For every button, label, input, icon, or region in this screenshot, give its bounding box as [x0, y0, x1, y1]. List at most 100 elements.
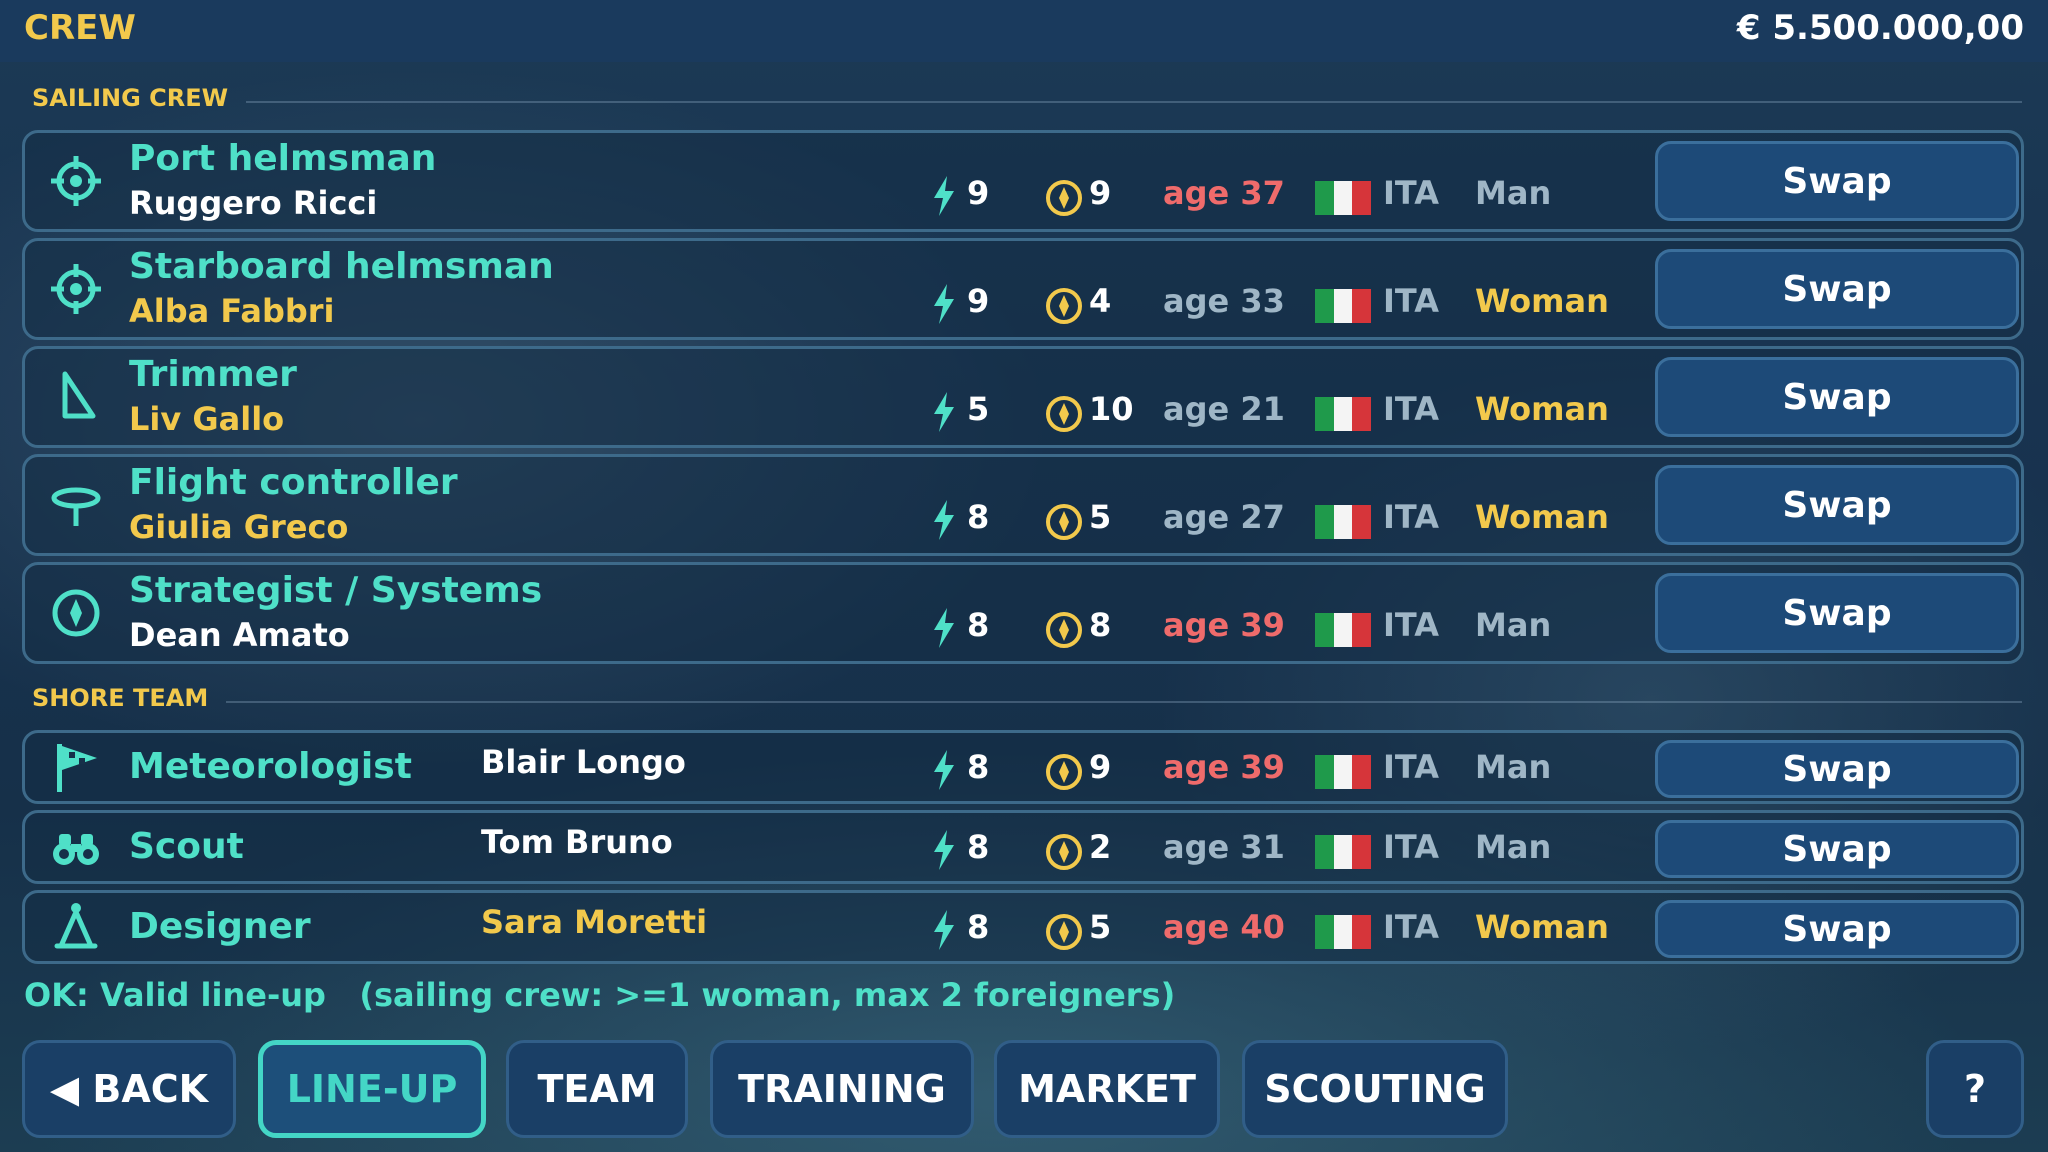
italy-flag-icon: [1315, 505, 1372, 540]
country-code: ITA: [1383, 828, 1440, 866]
country-code: ITA: [1383, 908, 1440, 946]
player-name: Dean Amato: [129, 616, 350, 654]
speed-value: 9: [967, 282, 990, 321]
crosshair-icon: [49, 262, 103, 316]
speed-value: 8: [967, 606, 990, 645]
drafting-compass-icon: [49, 900, 103, 954]
crew-row: Port helmsman Ruggero Ricci 9 9 age 37 ITA Man…: [22, 130, 2024, 232]
skill-value: 2: [1089, 828, 1112, 866]
back-button[interactable]: ◀ BACK: [22, 1040, 236, 1138]
speed-icon: [931, 176, 957, 217]
tab-scouting[interactable]: SCOUTING: [1242, 1040, 1508, 1138]
skill-value: 4: [1089, 282, 1112, 321]
role-label: Port helmsman: [129, 138, 437, 179]
country-code: ITA: [1383, 174, 1440, 213]
section-label-sailing: SAILING CREW: [32, 84, 229, 112]
help-button[interactable]: ?: [1926, 1040, 2024, 1138]
speed-value: 5: [967, 390, 990, 429]
swap-button[interactable]: Swap: [1655, 357, 2019, 437]
skill-value: 5: [1089, 908, 1112, 946]
swap-button[interactable]: Swap: [1655, 465, 2019, 545]
swap-button[interactable]: Swap: [1655, 141, 2019, 221]
country-code: ITA: [1383, 748, 1440, 786]
role-label: Flight controller: [129, 462, 458, 503]
speed-icon: [931, 830, 957, 870]
tab-team[interactable]: TEAM: [506, 1040, 688, 1138]
section-divider: [226, 701, 2022, 703]
italy-flag-icon: [1315, 915, 1372, 949]
gender-label: Woman: [1475, 390, 1609, 429]
age-label: age 39: [1163, 606, 1285, 645]
role-label: Meteorologist: [129, 746, 412, 787]
player-name: Liv Gallo: [129, 400, 285, 438]
player-name: Ruggero Ricci: [129, 184, 378, 222]
speed-icon: [931, 500, 957, 541]
skill-value: 9: [1089, 174, 1112, 213]
role-label: Strategist / Systems: [129, 570, 543, 611]
age-label: age 21: [1163, 390, 1285, 429]
age-label: age 39: [1163, 748, 1285, 786]
gender-label: Man: [1475, 828, 1552, 866]
skill-value: 10: [1089, 390, 1134, 429]
crosshair-icon: [49, 154, 103, 208]
crew-row: Starboard helmsman Alba Fabbri 9 4 age 33 ITA…: [22, 238, 2024, 340]
skill-icon: [1045, 833, 1083, 871]
country-code: ITA: [1383, 282, 1440, 321]
italy-flag-icon: [1315, 397, 1372, 432]
player-name: Blair Longo: [481, 743, 686, 781]
speed-value: 8: [967, 908, 990, 946]
italy-flag-icon: [1315, 755, 1372, 789]
age-label: age 27: [1163, 498, 1285, 537]
skill-icon: [1045, 753, 1083, 791]
crew-row: Designer Sara Moretti 8 5 age 40 ITA Woman Swap: [22, 890, 2024, 964]
speed-icon: [931, 608, 957, 649]
age-label: age 33: [1163, 282, 1285, 321]
skill-icon: [1045, 611, 1083, 649]
crew-row: Scout Tom Bruno 8 2 age 31 ITA Man Swap: [22, 810, 2024, 884]
italy-flag-icon: [1315, 289, 1372, 324]
tab-training[interactable]: TRAINING: [710, 1040, 974, 1138]
crew-row: Trimmer Liv Gallo 5 10 age 21 ITA Woman Swap: [22, 346, 2024, 448]
age-label: age 40: [1163, 908, 1285, 946]
gender-label: Woman: [1475, 908, 1609, 946]
binoculars-icon: [49, 820, 103, 874]
role-label: Designer: [129, 906, 311, 947]
speed-value: 8: [967, 498, 990, 537]
gender-label: Man: [1475, 174, 1552, 213]
italy-flag-icon: [1315, 613, 1372, 648]
swap-button[interactable]: Swap: [1655, 740, 2019, 798]
player-name: Sara Moretti: [481, 903, 708, 941]
speed-value: 8: [967, 828, 990, 866]
lineup-status: OK: Valid line-up (sailing crew: >=1 wom…: [24, 976, 1176, 1014]
top-bar: CREW € 5.500.000,00: [0, 0, 2048, 62]
skill-value: 8: [1089, 606, 1112, 645]
skill-icon: [1045, 395, 1083, 433]
country-code: ITA: [1383, 390, 1440, 429]
country-code: ITA: [1383, 498, 1440, 537]
swap-button[interactable]: Swap: [1655, 820, 2019, 878]
age-label: age 37: [1163, 174, 1285, 213]
gender-label: Man: [1475, 748, 1552, 786]
swap-button[interactable]: Swap: [1655, 249, 2019, 329]
swap-button[interactable]: Swap: [1655, 573, 2019, 653]
foil-icon: [49, 478, 103, 532]
speed-value: 8: [967, 748, 990, 786]
country-code: ITA: [1383, 606, 1440, 645]
flag-icon: [49, 740, 103, 794]
swap-button[interactable]: Swap: [1655, 900, 2019, 958]
speed-icon: [931, 910, 957, 950]
tab-market[interactable]: MARKET: [994, 1040, 1220, 1138]
speed-icon: [931, 284, 957, 325]
speed-icon: [931, 750, 957, 790]
tab-line-up[interactable]: LINE-UP: [258, 1040, 486, 1138]
role-label: Trimmer: [129, 354, 297, 395]
skill-icon: [1045, 287, 1083, 325]
crew-row: Strategist / Systems Dean Amato 8 8 age 39 IT…: [22, 562, 2024, 664]
player-name: Giulia Greco: [129, 508, 349, 546]
player-name: Alba Fabbri: [129, 292, 335, 330]
skill-icon: [1045, 179, 1083, 217]
role-label: Scout: [129, 826, 244, 867]
skill-icon: [1045, 503, 1083, 541]
gender-label: Woman: [1475, 498, 1609, 537]
speed-icon: [931, 392, 957, 433]
